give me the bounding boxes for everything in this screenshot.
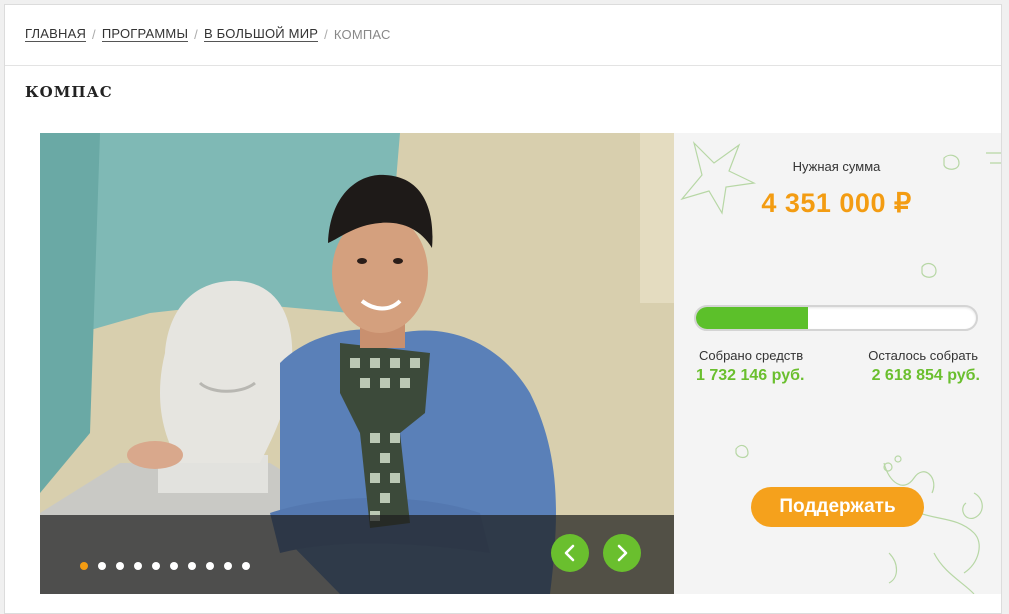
slider-dot[interactable] bbox=[80, 562, 88, 570]
donation-panel: Нужная сумма 4 351 000 ₽ Собрано средств… bbox=[674, 133, 1001, 594]
slider-dot[interactable] bbox=[206, 562, 214, 570]
header-divider bbox=[5, 65, 1001, 66]
breadcrumb-separator: / bbox=[92, 27, 96, 42]
photo-slider[interactable] bbox=[40, 133, 674, 594]
funding-progress-fill bbox=[696, 307, 808, 329]
slider-next-button[interactable] bbox=[603, 534, 641, 572]
slider-dot[interactable] bbox=[188, 562, 196, 570]
slider-dot[interactable] bbox=[224, 562, 232, 570]
slider-dot[interactable] bbox=[242, 562, 250, 570]
breadcrumb-link-programs[interactable]: ПРОГРАММЫ bbox=[101, 27, 189, 42]
support-button[interactable]: Поддержать bbox=[751, 487, 924, 527]
funding-progress-bar bbox=[694, 305, 978, 331]
slider-prev-button[interactable] bbox=[551, 534, 589, 572]
slider-dot[interactable] bbox=[98, 562, 106, 570]
collected-value: 1 732 146 руб. bbox=[696, 367, 805, 384]
slider-dot[interactable] bbox=[152, 562, 160, 570]
breadcrumb-separator: / bbox=[194, 27, 198, 42]
slider-dot[interactable] bbox=[134, 562, 142, 570]
collected-label: Собрано средств bbox=[699, 348, 804, 363]
need-amount-label: Нужная сумма bbox=[792, 159, 881, 174]
page-title: КОМПАС bbox=[25, 83, 113, 101]
breadcrumb-separator: / bbox=[324, 27, 328, 42]
breadcrumb-current: КОМПАС bbox=[333, 27, 391, 42]
chevron-right-icon bbox=[617, 544, 628, 562]
breadcrumb-link-home[interactable]: ГЛАВНАЯ bbox=[25, 27, 87, 42]
need-amount-value: 4 351 000 ₽ bbox=[761, 188, 912, 218]
breadcrumb-link-big-world[interactable]: В БОЛЬШОЙ МИР bbox=[203, 27, 319, 42]
remaining-label: Осталось собрать bbox=[868, 348, 978, 363]
chevron-left-icon bbox=[564, 544, 575, 562]
breadcrumb: ГЛАВНАЯ / ПРОГРАММЫ / В БОЛЬШОЙ МИР / КО… bbox=[25, 27, 391, 42]
slider-dot[interactable] bbox=[170, 562, 178, 570]
slider-control-bar bbox=[40, 515, 674, 594]
remaining-value: 2 618 854 руб. bbox=[871, 367, 980, 384]
slider-dots bbox=[80, 562, 250, 570]
program-card: ГЛАВНАЯ / ПРОГРАММЫ / В БОЛЬШОЙ МИР / КО… bbox=[4, 4, 1002, 614]
slider-dot[interactable] bbox=[116, 562, 124, 570]
